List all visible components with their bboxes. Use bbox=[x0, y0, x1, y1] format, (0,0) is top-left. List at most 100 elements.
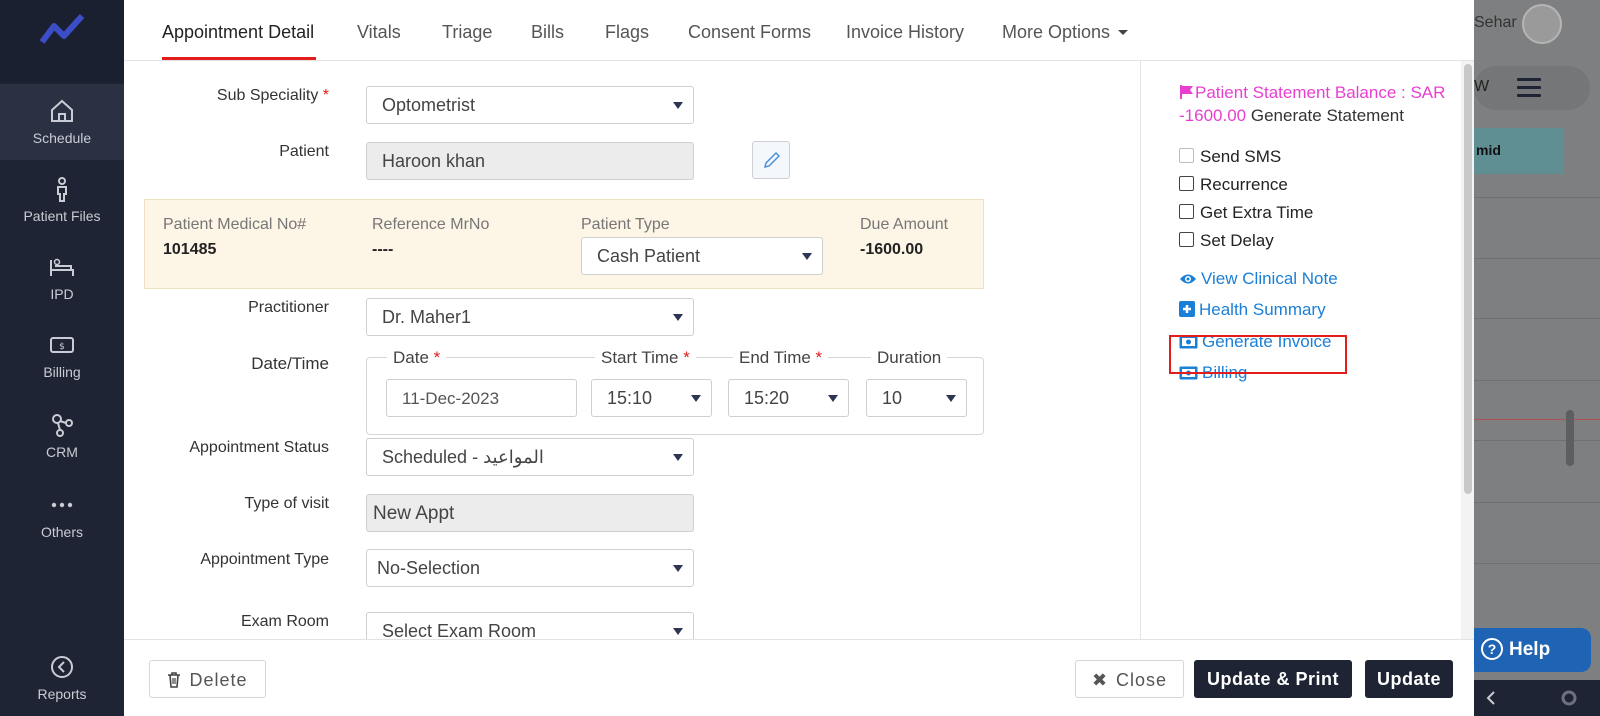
type-of-visit-field: New Appt bbox=[366, 494, 694, 532]
divider bbox=[1474, 563, 1600, 564]
hamburger-menu-icon[interactable] bbox=[1517, 78, 1541, 97]
sidebar-item-crm[interactable]: CRM bbox=[0, 398, 124, 474]
recurrence-label: Recurrence bbox=[1200, 175, 1288, 194]
tab-consent-forms[interactable]: Consent Forms bbox=[688, 22, 811, 43]
patient-label: Patient bbox=[279, 143, 329, 160]
help-button[interactable]: ? Help bbox=[1467, 628, 1591, 672]
delete-button[interactable]: Delete bbox=[149, 660, 266, 698]
statement-balance-label: Patient Statement Balance : SAR bbox=[1195, 83, 1446, 102]
modal-footer: Delete ✖ Close Update & Print Update bbox=[124, 639, 1474, 716]
appointment-status-value: Scheduled - المواعيد bbox=[382, 447, 544, 467]
tab-bills[interactable]: Bills bbox=[531, 22, 564, 43]
sidebar-item-schedule[interactable]: Schedule bbox=[0, 84, 124, 160]
flag-icon bbox=[1180, 85, 1193, 99]
sub-speciality-value: Optometrist bbox=[382, 95, 476, 115]
divider bbox=[1474, 318, 1600, 319]
sidebar-item-ipd[interactable]: IPD bbox=[0, 240, 124, 316]
patient-type-label: Patient Type bbox=[581, 216, 670, 233]
date-legend: Date * bbox=[387, 348, 447, 368]
patient-type-select[interactable]: Cash Patient bbox=[581, 237, 823, 275]
due-amount-label: Due Amount bbox=[860, 216, 949, 233]
patient-label-wrap: Patient bbox=[124, 143, 329, 167]
type-of-visit-value: New Appt bbox=[373, 503, 455, 524]
more-options-label: More Options bbox=[1002, 22, 1111, 42]
exam-room-select[interactable]: Select Exam Room bbox=[366, 612, 694, 639]
divider bbox=[1474, 502, 1600, 503]
bed-icon bbox=[50, 258, 74, 276]
practitioner-select[interactable]: Dr. Maher1 bbox=[366, 298, 694, 336]
sidebar-item-label: IPD bbox=[50, 286, 74, 302]
sub-speciality-select[interactable]: Optometrist bbox=[366, 86, 694, 124]
sidebar-item-billing[interactable]: $ Billing bbox=[0, 318, 124, 394]
close-button[interactable]: ✖ Close bbox=[1075, 660, 1184, 698]
avatar[interactable] bbox=[1522, 4, 1562, 44]
sidebar-item-others[interactable]: Others bbox=[0, 478, 124, 554]
more-icon bbox=[51, 502, 73, 508]
modal-scrollbar-thumb[interactable] bbox=[1464, 64, 1472, 494]
generate-statement-link[interactable]: Generate Statement bbox=[1251, 106, 1404, 125]
visit-label-wrap: Type of visit bbox=[124, 495, 329, 519]
tab-triage[interactable]: Triage bbox=[442, 22, 492, 43]
sidebar-item-patient-files[interactable]: Patient Files bbox=[0, 162, 124, 238]
caret-down-icon bbox=[1118, 30, 1129, 35]
background-scrollbar[interactable] bbox=[1566, 410, 1574, 466]
end-time-select[interactable]: 15:20 bbox=[728, 379, 849, 417]
view-clinical-note-link[interactable]: View Clinical Note bbox=[1179, 269, 1338, 289]
due-amount-value: -1600.00 bbox=[860, 241, 924, 258]
recurrence-option[interactable]: Recurrence bbox=[1179, 175, 1288, 195]
extra-time-checkbox[interactable] bbox=[1179, 204, 1194, 219]
home-icon bbox=[51, 99, 73, 122]
send-sms-checkbox[interactable] bbox=[1179, 148, 1194, 163]
help-label: Help bbox=[1509, 639, 1551, 660]
health-summary-link[interactable]: Health Summary bbox=[1179, 300, 1326, 320]
extra-time-option[interactable]: Get Extra Time bbox=[1179, 203, 1313, 223]
exam-room-label-wrap: Exam Room bbox=[124, 613, 329, 637]
appointment-form: Sub Speciality * Optometrist Patient Har… bbox=[124, 61, 1141, 639]
dropdown-arrow-icon bbox=[673, 628, 683, 635]
practitioner-label: Practitioner bbox=[248, 299, 329, 316]
tab-flags[interactable]: Flags bbox=[605, 22, 649, 43]
start-time-legend: Start Time * bbox=[595, 348, 696, 368]
reference-mrno-value: ---- bbox=[372, 241, 394, 258]
set-delay-option[interactable]: Set Delay bbox=[1179, 231, 1274, 251]
pencil-icon bbox=[763, 151, 781, 169]
tab-invoice-history[interactable]: Invoice History bbox=[846, 22, 964, 43]
chevron-left-icon[interactable] bbox=[1474, 680, 1600, 716]
dropdown-arrow-icon bbox=[828, 395, 838, 402]
recurrence-checkbox[interactable] bbox=[1179, 176, 1194, 191]
extra-time-label: Get Extra Time bbox=[1200, 203, 1314, 222]
view-toggle-label: W bbox=[1474, 78, 1490, 95]
start-time-value: 15:10 bbox=[607, 388, 653, 408]
appointment-type-value: No-Selection bbox=[377, 558, 481, 578]
duration-legend: Duration bbox=[871, 348, 948, 368]
svg-text:$: $ bbox=[59, 342, 65, 352]
sidebar-item-reports[interactable]: Reports bbox=[0, 640, 124, 716]
bottom-toolbar bbox=[1474, 680, 1600, 716]
update-print-button[interactable]: Update & Print bbox=[1194, 660, 1352, 698]
send-sms-option[interactable]: Send SMS bbox=[1179, 147, 1281, 167]
appointment-type-select[interactable]: No-Selection bbox=[366, 549, 694, 587]
practitioner-label-wrap: Practitioner bbox=[124, 299, 329, 323]
sidebar-item-label: Others bbox=[40, 524, 83, 540]
tab-vitals[interactable]: Vitals bbox=[357, 22, 401, 43]
edit-patient-button[interactable] bbox=[752, 141, 790, 179]
set-delay-checkbox[interactable] bbox=[1179, 232, 1194, 247]
duration-select[interactable]: 10 bbox=[866, 379, 967, 417]
update-button[interactable]: Update bbox=[1365, 660, 1453, 698]
tab-more-options[interactable]: More Options bbox=[1002, 22, 1129, 43]
appointment-status-select[interactable]: Scheduled - المواعيد bbox=[366, 438, 694, 476]
appointment-type-label: Appointment Type bbox=[200, 551, 329, 568]
dropdown-arrow-icon bbox=[673, 565, 683, 572]
sidebar-item-label: Billing bbox=[43, 364, 81, 380]
tab-appointment-detail[interactable]: Appointment Detail bbox=[162, 22, 314, 43]
sidebar-item-label: Schedule bbox=[32, 130, 92, 146]
report-icon bbox=[51, 656, 73, 678]
start-time-select[interactable]: 15:10 bbox=[591, 379, 712, 417]
logo-icon bbox=[39, 13, 85, 44]
sidebar-item-label: CRM bbox=[46, 444, 78, 460]
medical-no-value: 101485 bbox=[163, 241, 217, 258]
dropdown-arrow-icon bbox=[802, 253, 812, 260]
date-input[interactable]: 11-Dec-2023 bbox=[386, 379, 577, 417]
close-label: Close bbox=[1116, 670, 1168, 690]
health-summary-label: Health Summary bbox=[1199, 300, 1326, 319]
